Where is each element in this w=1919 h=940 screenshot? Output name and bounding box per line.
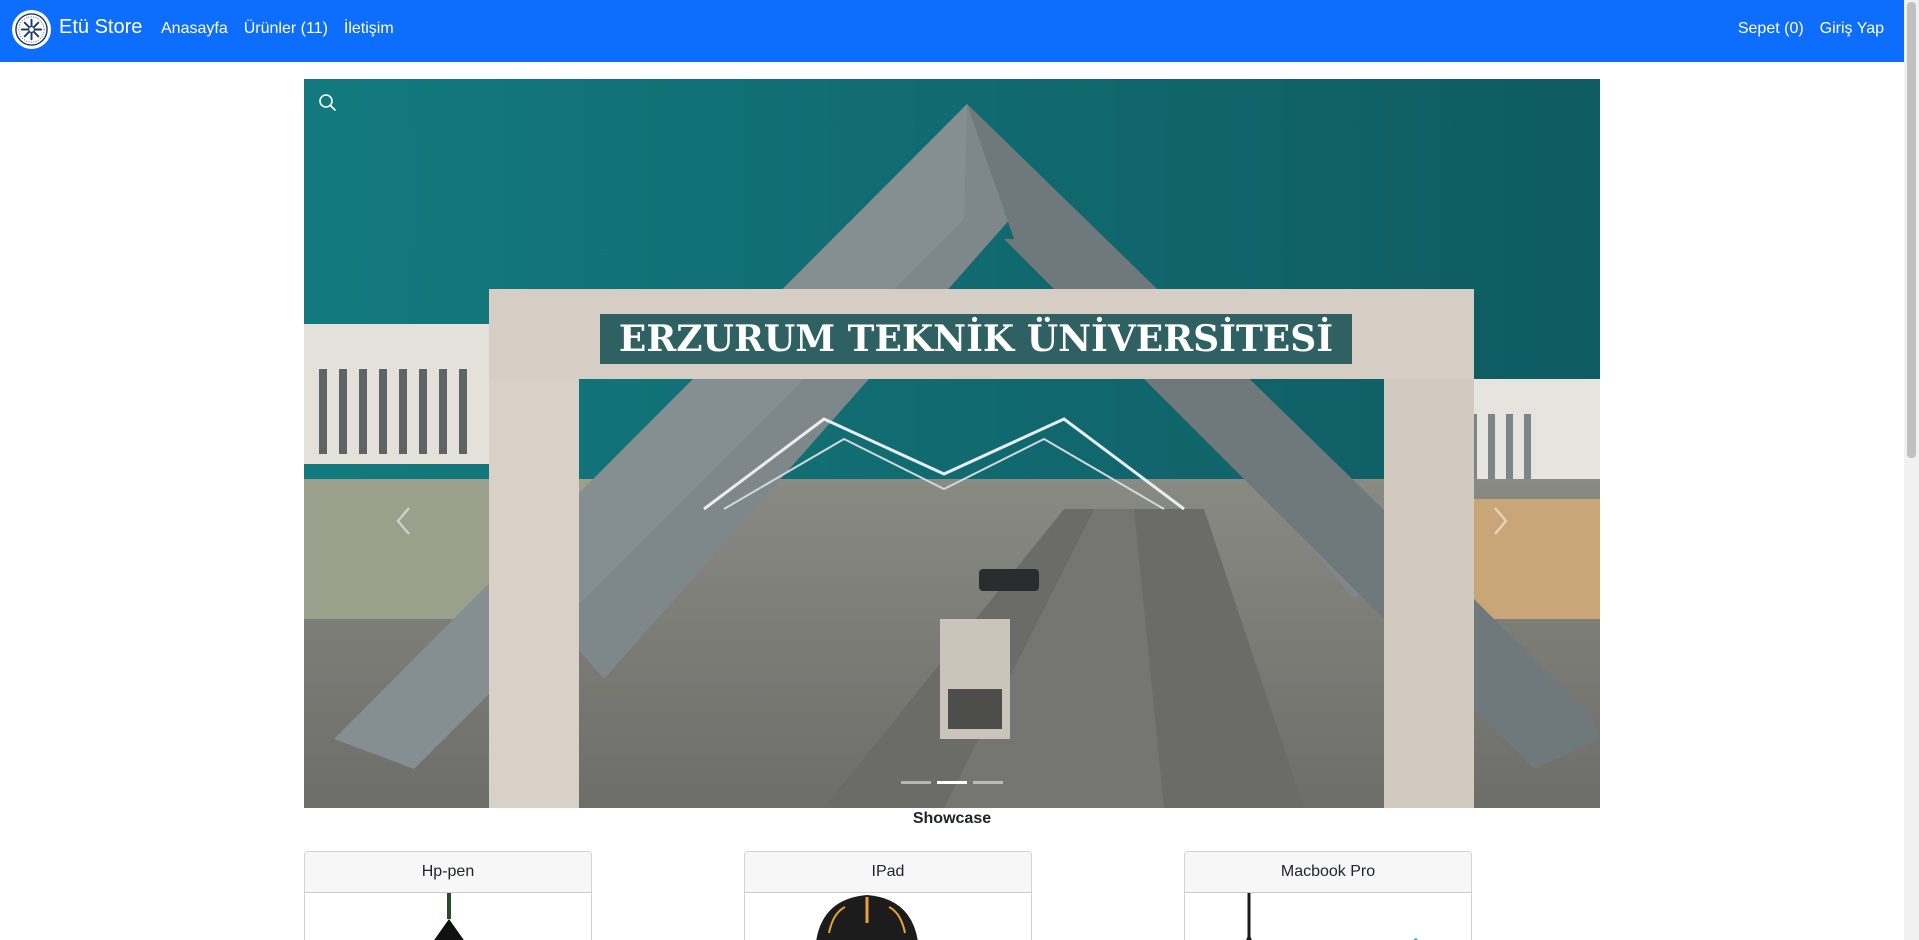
hero-carousel[interactable]: ERZURUM TEKNİK ÜNİVERSİTESİ (304, 79, 1600, 808)
page: Etü Store Anasayfa Ürünler (11) İletişim… (0, 0, 1919, 940)
user-nav: Sepet (0) Giriş Yap (1738, 20, 1884, 38)
product-name: Macbook Pro (1185, 852, 1471, 893)
chevron-right-icon (1494, 507, 1508, 535)
campus-gate-photo: ERZURUM TEKNİK ÜNİVERSİTESİ (304, 79, 1600, 808)
nav-cart[interactable]: Sepet (0) (1738, 20, 1804, 38)
brand-name: Etü Store (59, 16, 143, 38)
carousel-indicator-1[interactable] (901, 781, 931, 784)
product-name: Hp-pen (305, 852, 591, 893)
navbar: Etü Store Anasayfa Ürünler (11) İletişim… (0, 0, 1904, 62)
carousel-prev-button[interactable] (384, 501, 424, 541)
university-logo-icon (12, 10, 51, 49)
nav-contact[interactable]: İletişim (344, 20, 394, 38)
product-card[interactable]: Macbook Pro (1184, 851, 1472, 940)
scrollbar-thumb[interactable] (1907, 2, 1916, 458)
product-image (1185, 893, 1471, 940)
main-nav: Anasayfa Ürünler (11) İletişim (161, 20, 394, 38)
banner-text: ERZURUM TEKNİK ÜNİVERSİTESİ (619, 317, 1333, 360)
product-card[interactable]: IPad (744, 851, 1032, 940)
carousel-indicator-2[interactable] (937, 781, 967, 784)
nav-products[interactable]: Ürünler (11) (244, 20, 328, 38)
nav-home[interactable]: Anasayfa (161, 20, 228, 38)
search-icon[interactable] (316, 91, 340, 115)
showcase-caption: Showcase (912, 810, 992, 827)
product-image (745, 893, 1031, 940)
brand-link[interactable]: Etü Store (12, 10, 142, 49)
product-image (305, 893, 591, 940)
product-name: IPad (745, 852, 1031, 893)
product-card[interactable]: Hp-pen (304, 851, 592, 940)
carousel-indicator-3[interactable] (973, 781, 1003, 784)
page-scrollbar[interactable] (1904, 0, 1919, 940)
chevron-left-icon (396, 507, 410, 535)
carousel-next-button[interactable] (1480, 501, 1520, 541)
nav-login[interactable]: Giriş Yap (1820, 20, 1884, 38)
carousel-indicators (304, 781, 1600, 784)
